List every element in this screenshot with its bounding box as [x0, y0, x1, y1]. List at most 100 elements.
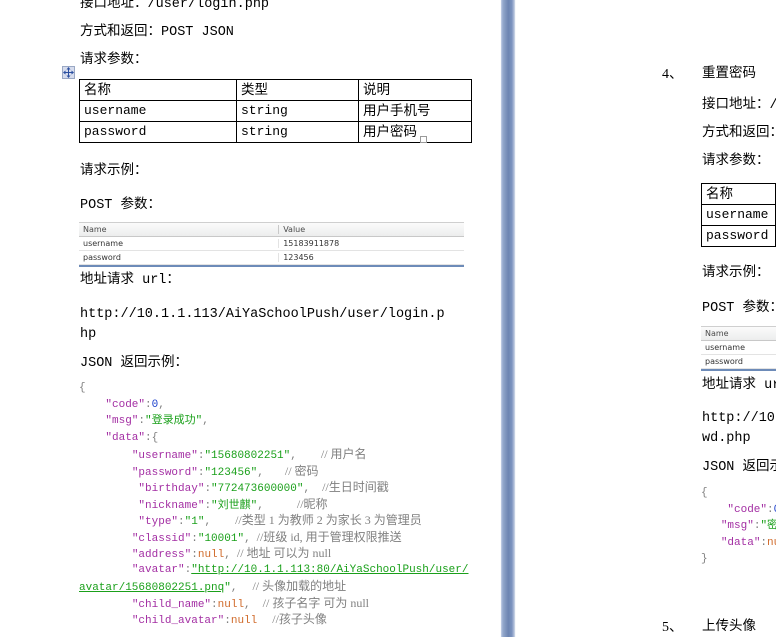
right-request-example-label: 请求示例：: [702, 266, 770, 281]
right-json-code-block: { "code":0, "msg":"密码修改成功" "data":null}: [701, 485, 776, 568]
code-line: {: [79, 380, 468, 397]
shot-td-name-1: password: [79, 253, 280, 262]
code-token: "avatar": [131, 563, 185, 576]
shot-header-row: Name Value: [79, 223, 464, 237]
code-token: "密码修改成功": [760, 520, 776, 532]
code-token: // 孩子名字 可为 null: [250, 595, 369, 610]
td-type-0: string: [236, 100, 359, 122]
document-viewport: 接口地址：/user/login.php 方式和返回：POST JSON 请求参…: [0, 0, 776, 637]
code-line: "msg":"登录成功",: [79, 413, 468, 430]
code-line: "code":0,: [79, 397, 468, 414]
shot-th-name: Name: [79, 225, 280, 234]
code-line: {: [701, 485, 776, 502]
code-token: ,: [290, 450, 297, 462]
code-token: :: [178, 516, 185, 528]
document-page-right: 4、 重置密码 接口地址：/us 方式和返回：P 请求参数： 名称 userna…: [516, 0, 776, 637]
code-token: ,: [244, 532, 251, 545]
right-json-label: JSON 返回示例：: [702, 460, 776, 475]
code-line: avatar/15680802251.pnq", // 头像加载的地址: [79, 578, 468, 595]
code-token: ,: [224, 549, 231, 561]
code-token: "classid": [131, 532, 192, 545]
code-token: "772473600000": [211, 483, 304, 495]
code-token: ,: [257, 466, 264, 479]
code-token: // 头像加载的地址: [237, 579, 347, 593]
document-page-left: 接口地址：/user/login.php 方式和返回：POST JSON 请求参…: [0, 0, 500, 637]
right-url-line-1: http://10.1.1.: [702, 411, 776, 426]
left-method-return-line: 方式和返回：POST JSON: [80, 25, 234, 40]
right-param-table: 名称 username password: [701, 183, 776, 247]
td-name-0: username: [79, 100, 237, 122]
code-token: "code": [105, 398, 146, 411]
code-token: "code": [727, 503, 768, 516]
code-line: "child_name":null, // 孩子名字 可为 null: [79, 595, 468, 612]
code-token: "username": [131, 450, 198, 462]
page-gap-divider: [500, 0, 516, 637]
code-line: "birthday":"772473600000", //生日时间戳: [79, 479, 468, 496]
right-url-line-2: wd.php: [702, 431, 751, 446]
code-token: // 用户名: [296, 447, 367, 461]
right-post-params-label: POST 参数：: [702, 301, 776, 316]
code-token: ": [224, 582, 231, 594]
code-token: // 地址 可以为 null: [230, 546, 332, 560]
code-token: "password": [131, 466, 198, 479]
table-move-handle[interactable]: [62, 66, 75, 79]
shot-row: username 15183911878: [79, 237, 464, 251]
left-url-label: 地址请求 url：: [80, 273, 180, 288]
shot-row: username: [701, 341, 776, 355]
code-token: "1": [184, 516, 205, 528]
section-5-title: 上传头像: [702, 620, 756, 635]
section-4-title: 重置密码: [702, 67, 756, 82]
code-token: //班级 id, 用于管理权限推送: [250, 529, 402, 544]
right-post-params-screenshot: Name username password: [701, 326, 776, 371]
code-token: }: [701, 553, 708, 565]
code-token: "msg": [105, 415, 139, 427]
code-token: "address": [131, 549, 192, 561]
code-line: "msg":"密码修改成功": [701, 518, 776, 535]
table-row: username: [701, 204, 776, 226]
code-token: "data": [105, 431, 146, 444]
code-token[interactable]: avatar/15680802251.pnq: [79, 582, 224, 594]
right-method-return-line: 方式和返回：P: [702, 126, 776, 141]
section-4-number: 4、: [662, 67, 683, 82]
code-line: "nickname":"刘世麒", //昵称: [79, 496, 468, 513]
left-request-params-label: 请求参数：: [80, 53, 148, 68]
shot-td-value-0: 15183911878: [283, 239, 340, 248]
code-token: "123456": [204, 466, 258, 479]
section-5-number: 5、: [662, 620, 683, 635]
code-token: :: [191, 549, 198, 561]
shot-th-value: Value: [283, 225, 306, 234]
code-token: "登录成功": [145, 415, 203, 427]
code-token: null: [217, 598, 245, 611]
code-token: "birthday": [138, 483, 205, 495]
table-row: username string 用户手机号: [79, 100, 472, 122]
code-line: "code":0,: [701, 502, 776, 519]
code-token: //孩子头像: [257, 612, 327, 626]
code-token[interactable]: "http://10.1.1.113:80/AiYaSchoolPush/use…: [191, 564, 468, 576]
shot-td-name-0: username: [79, 239, 280, 248]
code-line: "data":{: [79, 430, 468, 447]
code-token: "10001": [197, 532, 245, 545]
code-token: null: [230, 615, 258, 627]
code-token: :: [145, 398, 152, 411]
td-name-0: username: [701, 204, 776, 226]
code-line: }: [701, 551, 776, 568]
shot-td-name-0: username: [705, 343, 745, 352]
left-json-label: JSON 返回示例：: [80, 356, 189, 371]
td-desc-0: 用户手机号: [358, 100, 472, 122]
table-resize-handle[interactable]: [420, 136, 427, 143]
code-token: :: [767, 503, 774, 516]
code-line: "avatar":"http://10.1.1.113:80/AiYaSchoo…: [79, 562, 469, 579]
left-json-code-block: { "code":0, "msg":"登录成功", "data":{ "user…: [79, 380, 468, 628]
shot-row: password 123456: [79, 251, 464, 265]
code-token: null: [197, 549, 225, 561]
